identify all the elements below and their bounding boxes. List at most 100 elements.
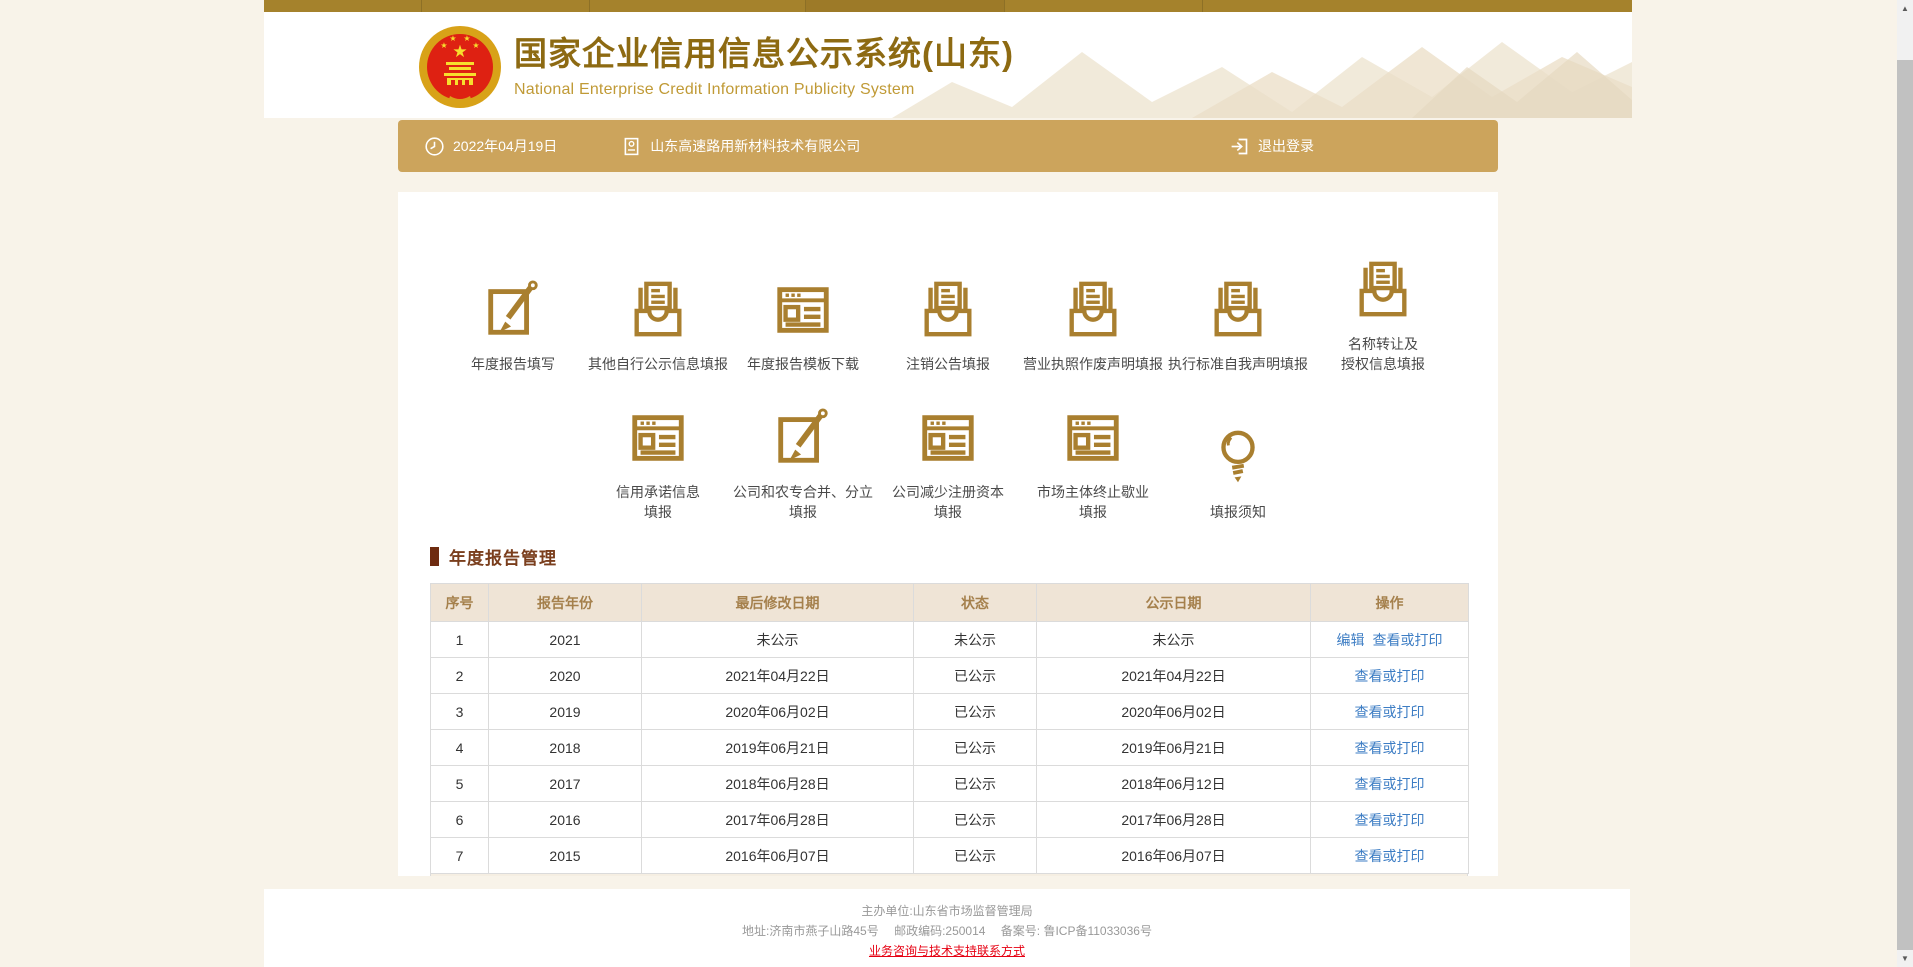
shortcut-label: 年度报告模板下载 bbox=[747, 354, 859, 374]
table-row: 7 2015 2016年06月07日 已公示 2016年06月07日 查看或打印 bbox=[431, 838, 1469, 874]
view-print-link[interactable]: 查看或打印 bbox=[1355, 776, 1425, 792]
cell-ops: 查看或打印 bbox=[1311, 802, 1469, 838]
edit-icon bbox=[482, 279, 544, 341]
shortcut-name-transfer-authorization[interactable]: 名称转让及授权信息填报 bbox=[1311, 256, 1456, 374]
shortcut-label: 授权信息填报 bbox=[1341, 354, 1425, 374]
col-header-year: 报告年份 bbox=[489, 584, 642, 622]
col-header-published: 公示日期 bbox=[1037, 584, 1311, 622]
col-header-seq: 序号 bbox=[431, 584, 489, 622]
shortcut-label: 公司和农专合并、分立 bbox=[733, 482, 873, 502]
shortcut-label: 注销公告填报 bbox=[906, 354, 990, 374]
page-footer: 主办单位:山东省市场监督管理局 地址:济南市燕子山路45号 邮政编码:25001… bbox=[264, 889, 1630, 967]
table-row: 3 2019 2020年06月02日 已公示 2020年06月02日 查看或打印 bbox=[431, 694, 1469, 730]
top-nav-divider bbox=[1202, 0, 1203, 12]
shortcut-label: 其他自行公示信息填报 bbox=[588, 354, 728, 374]
shortcut-label: 年度报告填写 bbox=[471, 354, 555, 374]
cell-year: 2020 bbox=[489, 658, 642, 694]
cell-seq: 2 bbox=[431, 658, 489, 694]
cell-status: 已公示 bbox=[914, 658, 1037, 694]
page-subtitle: National Enterprise Credit Information P… bbox=[514, 81, 1014, 99]
scrollbar[interactable]: ▲ ▼ bbox=[1897, 0, 1913, 967]
cell-modified: 2016年06月07日 bbox=[642, 838, 914, 874]
shortcut-filing-notes[interactable]: 填报须知 bbox=[1166, 404, 1311, 522]
cell-year: 2015 bbox=[489, 838, 642, 874]
shortcut-label: 营业执照作废声明填报 bbox=[1023, 354, 1163, 374]
table-row: 1 2021 未公示 未公示 未公示 编辑查看或打印 bbox=[431, 622, 1469, 658]
cell-published: 未公示 bbox=[1037, 622, 1311, 658]
svg-text:★: ★ bbox=[452, 42, 467, 61]
top-nav-divider bbox=[1004, 0, 1005, 12]
top-nav-divider bbox=[805, 0, 806, 12]
shortcut-label: 填报 bbox=[733, 502, 873, 522]
view-print-link[interactable]: 查看或打印 bbox=[1355, 668, 1425, 684]
cell-ops: 查看或打印 bbox=[1311, 694, 1469, 730]
view-print-link[interactable]: 查看或打印 bbox=[1355, 812, 1425, 828]
section-title: 年度报告管理 bbox=[449, 544, 557, 569]
cell-modified: 未公示 bbox=[642, 622, 914, 658]
shortcut-credit-commitment[interactable]: 信用承诺信息填报 bbox=[586, 404, 731, 522]
shortcut-label: 名称转让及 bbox=[1341, 334, 1425, 354]
cell-modified: 2018年06月28日 bbox=[642, 766, 914, 802]
cell-modified: 2017年06月28日 bbox=[642, 802, 914, 838]
shortcut-template-download[interactable]: 年度报告模板下载 bbox=[731, 256, 876, 374]
logged-in-company: 山东高速路用新材料技术有限公司 bbox=[621, 136, 860, 157]
shortcut-label: 填报 bbox=[1037, 502, 1149, 522]
top-nav-divider bbox=[589, 0, 590, 12]
cell-published: 2017年06月28日 bbox=[1037, 802, 1311, 838]
template-icon bbox=[627, 407, 689, 469]
shortcut-annual-report-write[interactable]: 年度报告填写 bbox=[441, 256, 586, 374]
table-row: 5 2017 2018年06月28日 已公示 2018年06月12日 查看或打印 bbox=[431, 766, 1469, 802]
shortcut-label: 填报 bbox=[616, 502, 700, 522]
shortcut-merger-division[interactable]: 公司和农专合并、分立填报 bbox=[731, 404, 876, 522]
top-nav-divider bbox=[421, 0, 422, 12]
shortcut-capital-reduction[interactable]: 公司减少注册资本填报 bbox=[876, 404, 1021, 522]
cell-status: 已公示 bbox=[914, 802, 1037, 838]
cell-published: 2019年06月21日 bbox=[1037, 730, 1311, 766]
bulb-icon bbox=[1207, 427, 1269, 489]
shortcut-label: 填报须知 bbox=[1210, 502, 1266, 522]
company-name: 山东高速路用新材料技术有限公司 bbox=[650, 136, 860, 156]
logout-icon bbox=[1229, 136, 1250, 157]
svg-text:★: ★ bbox=[440, 41, 447, 50]
cell-seq: 7 bbox=[431, 838, 489, 874]
footer-organizer: 主办单位:山东省市场监督管理局 bbox=[264, 901, 1630, 921]
scrollbar-thumb[interactable] bbox=[1897, 60, 1913, 950]
shortcut-standard-self-declaration[interactable]: 执行标准自我声明填报 bbox=[1166, 256, 1311, 374]
shortcut-cancellation-notice[interactable]: 注销公告填报 bbox=[876, 256, 1021, 374]
cell-published: 2021年04月22日 bbox=[1037, 658, 1311, 694]
cell-status: 已公示 bbox=[914, 766, 1037, 802]
cell-status: 已公示 bbox=[914, 730, 1037, 766]
footer-support-link[interactable]: 业务咨询与技术支持联系方式 bbox=[869, 941, 1025, 961]
logout-button[interactable]: 退出登录 bbox=[1229, 136, 1314, 157]
table-header-row: 序号 报告年份 最后修改日期 状态 公示日期 操作 bbox=[431, 584, 1469, 622]
footer-address: 地址:济南市燕子山路45号 邮政编码:250014 备案号: 鲁ICP备1103… bbox=[264, 921, 1630, 941]
cell-published: 2016年06月07日 bbox=[1037, 838, 1311, 874]
view-print-link[interactable]: 查看或打印 bbox=[1373, 632, 1443, 648]
view-print-link[interactable]: 查看或打印 bbox=[1355, 740, 1425, 756]
view-print-link[interactable]: 查看或打印 bbox=[1355, 848, 1425, 864]
cell-status: 未公示 bbox=[914, 622, 1037, 658]
logout-label: 退出登录 bbox=[1258, 136, 1314, 156]
shortcut-other-publicity-info[interactable]: 其他自行公示信息填报 bbox=[586, 256, 731, 374]
top-nav-bar bbox=[264, 0, 1632, 12]
shortcut-license-void-declaration[interactable]: 营业执照作废声明填报 bbox=[1021, 256, 1166, 374]
inbox-icon bbox=[1062, 279, 1124, 341]
scrollbar-down-arrow[interactable]: ▼ bbox=[1897, 950, 1913, 967]
shortcut-label: 执行标准自我声明填报 bbox=[1168, 354, 1308, 374]
scrollbar-up-arrow[interactable]: ▲ bbox=[1897, 0, 1913, 17]
page-title: 国家企业信用信息公示系统(山东) bbox=[514, 34, 1014, 74]
annual-report-table: 序号 报告年份 最后修改日期 状态 公示日期 操作 1 2021 未公示 未公示… bbox=[430, 583, 1469, 874]
cell-seq: 4 bbox=[431, 730, 489, 766]
national-emblem-logo: ★ ★ ★ ★ ★ bbox=[418, 25, 502, 109]
shortcut-label: 填报 bbox=[892, 502, 1004, 522]
shortcut-business-suspension[interactable]: 市场主体终止歇业填报 bbox=[1021, 404, 1166, 522]
cell-year: 2018 bbox=[489, 730, 642, 766]
table-row: 4 2018 2019年06月21日 已公示 2019年06月21日 查看或打印 bbox=[431, 730, 1469, 766]
edit-link[interactable]: 编辑 bbox=[1337, 632, 1365, 648]
current-date: 2022年04月19日 bbox=[424, 136, 557, 157]
inbox-icon bbox=[1352, 259, 1414, 321]
cell-published: 2018年06月12日 bbox=[1037, 766, 1311, 802]
col-header-status: 状态 bbox=[914, 584, 1037, 622]
view-print-link[interactable]: 查看或打印 bbox=[1355, 704, 1425, 720]
cell-seq: 1 bbox=[431, 622, 489, 658]
